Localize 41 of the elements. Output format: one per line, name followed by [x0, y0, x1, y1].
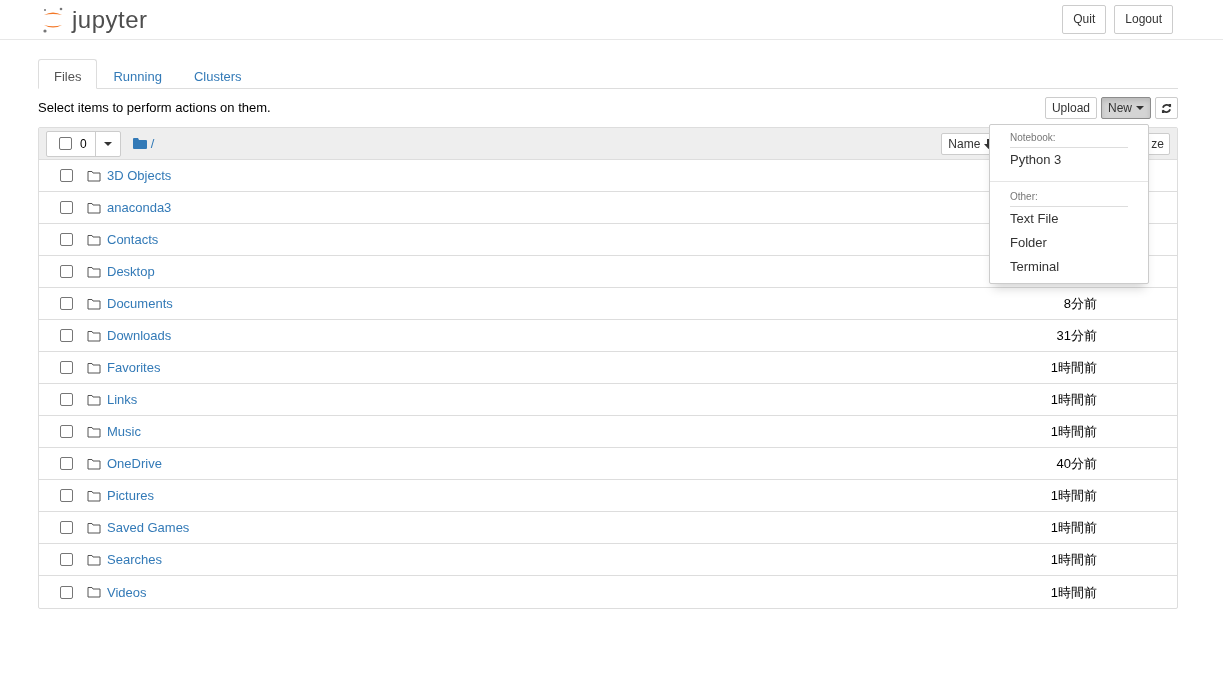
select-all-control[interactable]: 0: [46, 130, 121, 157]
file-link[interactable]: anaconda3: [107, 198, 172, 218]
file-link[interactable]: OneDrive: [107, 454, 162, 474]
modified-time: 1時間前: [1050, 551, 1097, 570]
modified-time: 31分前: [1056, 327, 1097, 346]
file-link[interactable]: Links: [107, 390, 138, 410]
menu-section-label: Other:: [1010, 188, 1128, 207]
modified-time: 1時間前: [1050, 359, 1097, 378]
file-link[interactable]: Downloads: [107, 326, 172, 346]
file-link[interactable]: Pictures: [107, 486, 154, 506]
file-link[interactable]: Desktop: [107, 262, 155, 282]
tab[interactable]: Files: [38, 59, 98, 89]
hint-text: Select items to perform actions on them.: [38, 99, 271, 118]
file-link[interactable]: Searches: [107, 550, 162, 570]
upload-button[interactable]: Upload: [1044, 97, 1097, 120]
tab[interactable]: Running: [97, 59, 178, 89]
menu-item[interactable]: Terminal: [990, 255, 1148, 279]
file-link[interactable]: Documents: [107, 294, 173, 314]
breadcrumb-link[interactable]: /: [150, 134, 155, 154]
file-link[interactable]: Favorites: [107, 358, 161, 378]
menu-section-label: Notebook:: [1010, 129, 1128, 148]
modified-time: 1時間前: [1050, 519, 1097, 538]
menu-item[interactable]: Folder: [990, 231, 1148, 255]
logo-text: jupyter: [72, 7, 148, 32]
quit-button[interactable]: Quit: [1062, 4, 1107, 35]
file-link[interactable]: Music: [107, 422, 141, 442]
logout-button[interactable]: Logout: [1114, 4, 1173, 35]
modified-time: 1時間前: [1050, 583, 1097, 602]
modified-time: 1時間前: [1050, 391, 1097, 410]
selected-count: 0: [80, 135, 87, 153]
file-link[interactable]: Videos: [107, 582, 147, 603]
file-link[interactable]: Contacts: [107, 230, 159, 250]
tab[interactable]: Clusters: [177, 59, 258, 89]
file-link[interactable]: 3D Objects: [107, 166, 172, 186]
modified-time: 8分前: [1063, 295, 1097, 314]
modified-time: 1時間前: [1050, 487, 1097, 506]
file-link[interactable]: Saved Games: [107, 518, 190, 538]
modified-time: 1時間前: [1050, 423, 1097, 442]
new-button[interactable]: New: [1101, 97, 1151, 120]
menu-item[interactable]: Text File: [990, 207, 1148, 231]
modified-time: 40分前: [1056, 455, 1097, 474]
